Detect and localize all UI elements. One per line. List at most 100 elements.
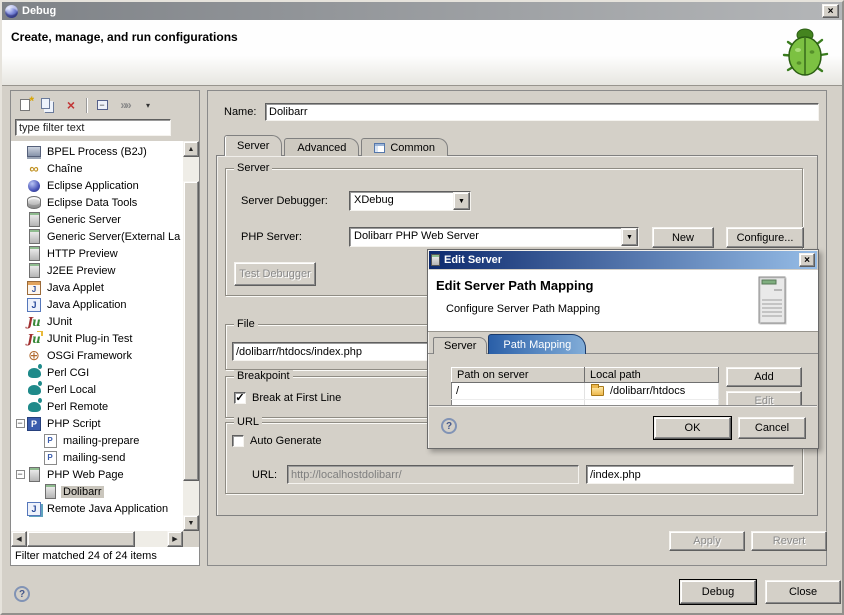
scroll-up-arrow[interactable]: ▲: [183, 141, 199, 157]
process-icon: [27, 145, 41, 158]
revert-button[interactable]: Revert: [751, 531, 827, 551]
test-debugger-button[interactable]: Test Debugger: [234, 262, 316, 286]
tree-item-junit-plug-in-test[interactable]: JUnit Plug-in Test: [11, 330, 183, 347]
tree-item-perl-remote[interactable]: Perl Remote: [11, 398, 183, 415]
collapse-node-toggle[interactable]: −: [13, 419, 27, 428]
help-icon[interactable]: [14, 586, 30, 602]
type-filter-input[interactable]: [15, 119, 171, 136]
php-server-combo[interactable]: Dolibarr PHP Web Server: [349, 227, 639, 247]
edit-server-close-button[interactable]: ×: [799, 253, 815, 267]
tree-item-java-applet[interactable]: Java Applet: [11, 279, 183, 296]
java-icon: [27, 298, 41, 311]
tree-item-eclipse-application[interactable]: Eclipse Application: [11, 177, 183, 194]
tree-item-label: JUnit Plug-in Test: [45, 333, 134, 345]
tab-server-label: Server: [237, 140, 269, 152]
tree-item-bpel-process-b2j[interactable]: BPEL Process (B2J): [11, 143, 183, 160]
debug-configurations-window: { "window": { "title": "Debug", "banner_…: [0, 0, 844, 615]
tree-item-label: Java Applet: [45, 282, 106, 294]
edit-mapping-button[interactable]: Edit: [726, 391, 802, 406]
delete-configuration-button[interactable]: [63, 97, 79, 113]
tree-item-osgi-framework[interactable]: OSGi Framework: [11, 347, 183, 364]
duplicate-icon: [41, 98, 50, 109]
configurations-tree-area: BPEL Process (B2J) Chaîne Eclipse Applicat…: [11, 141, 199, 547]
apply-button[interactable]: Apply: [669, 531, 745, 551]
tree-item-php-web-page[interactable]: −PHP Web Page: [11, 466, 183, 483]
filter-launch-button[interactable]: [117, 97, 133, 113]
minus-expander-icon[interactable]: −: [16, 470, 25, 479]
duplicate-configuration-button[interactable]: [40, 97, 56, 113]
combo-arrow-icon[interactable]: [621, 228, 638, 246]
debug-button[interactable]: Debug: [680, 580, 756, 604]
tree-item-http-preview[interactable]: HTTP Preview: [11, 245, 183, 262]
url-group-title: URL: [234, 416, 262, 428]
scroll-down-arrow[interactable]: ▼: [183, 515, 199, 531]
php-server-value: Dolibarr PHP Web Server: [349, 227, 639, 247]
path-mapping-row[interactable]: //dolibarr/htdocs: [452, 383, 719, 400]
vertical-scroll-thumb[interactable]: [183, 181, 199, 481]
tree-vertical-scrollbar[interactable]: ▲ ▼: [183, 141, 199, 531]
tree-item-perl-cgi[interactable]: Perl CGI: [11, 364, 183, 381]
tree-item-generic-server-external-la[interactable]: Generic Server(External La: [11, 228, 183, 245]
cancel-button[interactable]: Cancel: [738, 417, 806, 439]
tree-horizontal-scrollbar[interactable]: ◀ ▶: [11, 531, 183, 547]
scroll-left-arrow[interactable]: ◀: [11, 531, 27, 547]
scroll-right-arrow[interactable]: ▶: [167, 531, 183, 547]
tree-item-mailing-prepare[interactable]: mailing-prepare: [11, 432, 183, 449]
tree-item-remote-java-application[interactable]: Remote Java Application: [11, 500, 183, 517]
close-button[interactable]: Close: [765, 580, 841, 604]
tab-common[interactable]: Common: [361, 138, 448, 156]
auto-generate-checkbox[interactable]: [232, 435, 244, 447]
configure-server-button[interactable]: Configure...: [726, 227, 804, 248]
tree-item-j2ee-preview[interactable]: J2EE Preview: [11, 262, 183, 279]
minus-expander-icon[interactable]: −: [16, 419, 25, 428]
tree-item-dolibarr[interactable]: Dolibarr: [11, 483, 183, 500]
perl-icon: [27, 366, 41, 379]
path-mapping-table[interactable]: Path on server Local path //dolibarr/htd…: [451, 367, 719, 406]
tab-dialog-server[interactable]: Server: [433, 337, 487, 354]
tab-path-mapping-label: Path Mapping: [503, 339, 571, 351]
tree-item-generic-server[interactable]: Generic Server: [11, 211, 183, 228]
tree-item-label: Eclipse Application: [45, 180, 141, 192]
tab-path-mapping[interactable]: Path Mapping: [488, 334, 586, 354]
tree-item-label: Perl Remote: [45, 401, 110, 413]
column-path-on-server[interactable]: Path on server: [452, 368, 585, 383]
add-mapping-button[interactable]: Add: [726, 367, 802, 387]
new-configuration-button[interactable]: [17, 97, 33, 113]
name-input[interactable]: [265, 103, 819, 121]
combo-arrow-icon[interactable]: [453, 192, 470, 210]
banner: Create, manage, and run configurations: [2, 20, 842, 86]
dialog-help-icon[interactable]: [441, 418, 457, 434]
tree-item-java-application[interactable]: Java Application: [11, 296, 183, 313]
ok-button[interactable]: OK: [654, 417, 731, 439]
collapse-node-toggle[interactable]: −: [13, 470, 27, 479]
local-path-cell[interactable]: /dolibarr/htdocs: [585, 383, 719, 400]
break-at-first-line-checkbox[interactable]: [234, 392, 246, 404]
new-server-button[interactable]: New: [652, 227, 714, 248]
junit-icon: [27, 315, 41, 328]
tree-item-perl-local[interactable]: Perl Local: [11, 381, 183, 398]
tree-item-mailing-send[interactable]: mailing-send: [11, 449, 183, 466]
server-debugger-combo[interactable]: XDebug: [349, 191, 471, 211]
tree-item-label: Chaîne: [45, 163, 84, 175]
edit-server-subheading: Configure Server Path Mapping: [446, 303, 600, 315]
tree-item-cha-ne[interactable]: Chaîne: [11, 160, 183, 177]
toolbar-menu-button[interactable]: [140, 97, 156, 113]
php-file-icon: [43, 451, 57, 464]
tree-item-php-script[interactable]: − PHP Script: [11, 415, 183, 432]
path-on-server-cell[interactable]: /: [452, 383, 585, 400]
filter-status-text: Filter matched 24 of 24 items: [11, 547, 199, 565]
column-local-path[interactable]: Local path: [585, 368, 719, 383]
configurations-sidebar: BPEL Process (B2J) Chaîne Eclipse Applicat…: [10, 90, 200, 566]
tree-item-label: PHP Script: [45, 418, 103, 430]
collapse-all-button[interactable]: [94, 97, 110, 113]
tab-advanced[interactable]: Advanced: [284, 138, 359, 156]
window-title: Debug: [22, 5, 56, 17]
tree-item-junit[interactable]: JUnit: [11, 313, 183, 330]
horizontal-scroll-thumb[interactable]: [27, 531, 135, 547]
osgi-icon: [27, 349, 41, 362]
tree-item-eclipse-data-tools[interactable]: Eclipse Data Tools: [11, 194, 183, 211]
tab-server[interactable]: Server: [224, 135, 282, 156]
window-close-button[interactable]: ×: [822, 4, 839, 18]
url-path-input[interactable]: [586, 465, 794, 484]
filter-icon: [120, 98, 129, 112]
